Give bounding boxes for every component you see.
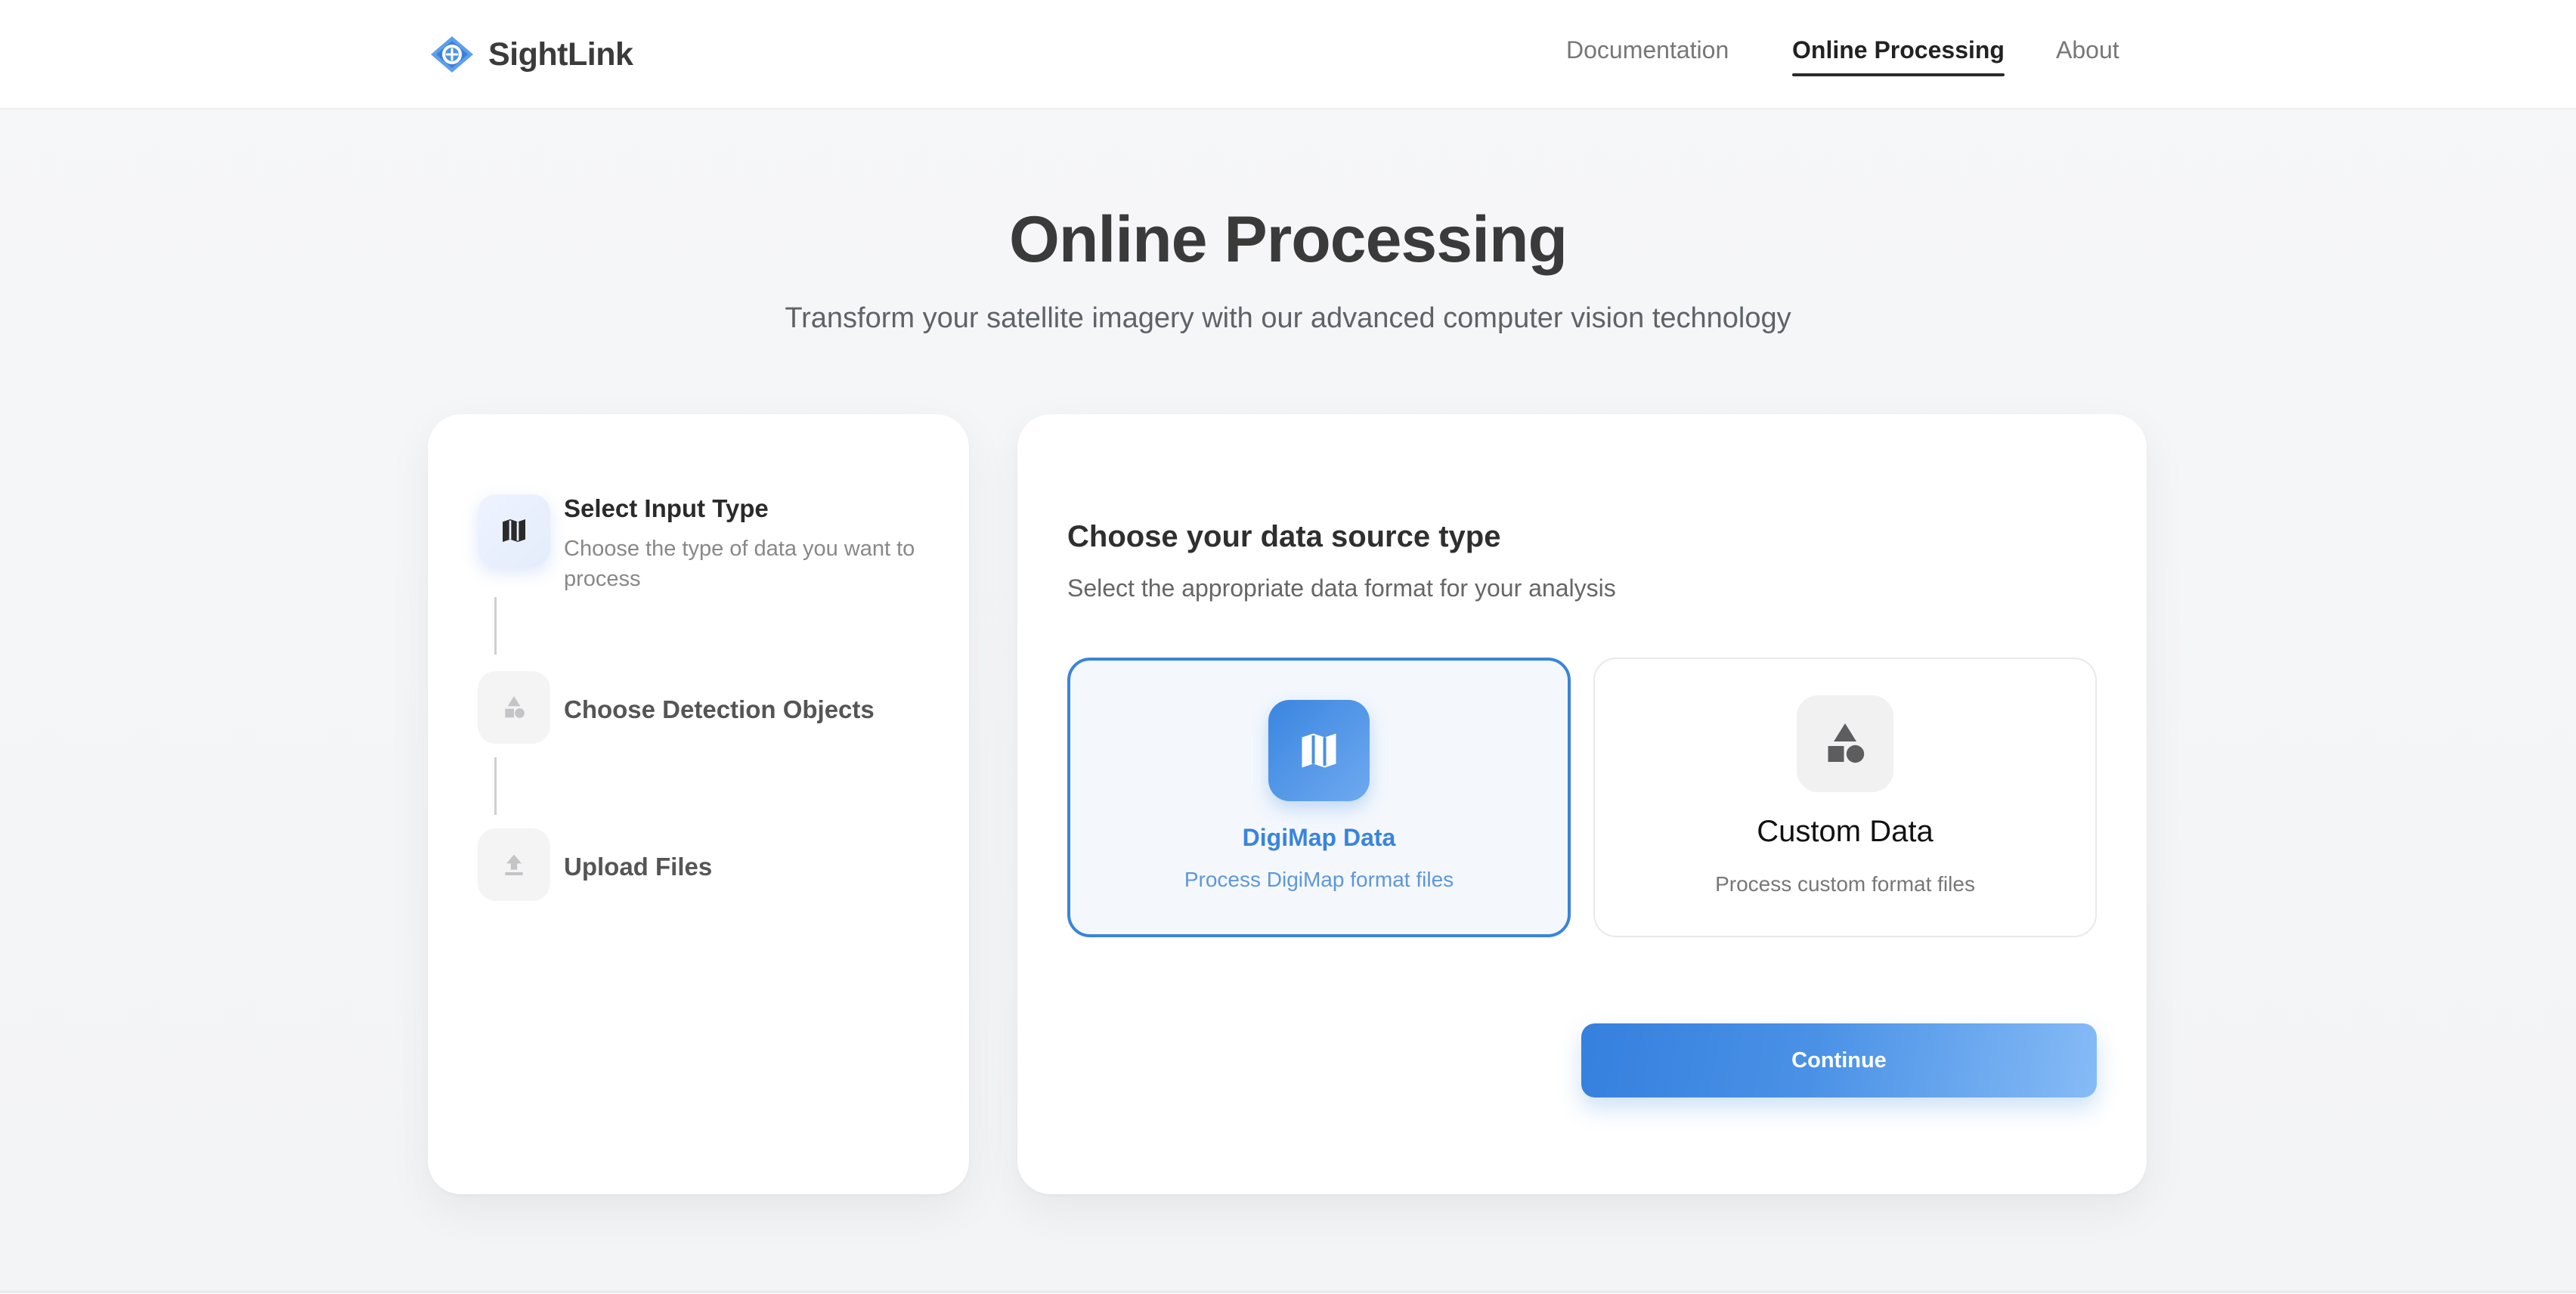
shapes-icon: [1797, 695, 1893, 792]
step-title: Choose Detection Objects: [564, 695, 875, 723]
continue-button[interactable]: Continue: [1581, 1023, 2097, 1097]
map-icon: [1268, 700, 1370, 801]
steps-panel: Select Input Type Choose the type of dat…: [428, 414, 969, 1194]
nav-about[interactable]: About: [2056, 36, 2119, 64]
shapes-icon: [478, 671, 550, 744]
eye-logo-icon: [431, 36, 473, 73]
nav-documentation[interactable]: Documentation: [1566, 36, 1729, 64]
brand-logo-link[interactable]: SightLink: [428, 33, 633, 76]
page-title: Online Processing: [1008, 203, 1568, 276]
step-connector: [494, 757, 497, 815]
section-subheading: Select the appropriate data format for y…: [1067, 574, 1616, 602]
step-title: Upload Files: [564, 853, 713, 881]
option-custom-data[interactable]: Custom Data Process custom format files: [1593, 658, 2097, 937]
option-title: DigiMap Data: [1242, 824, 1396, 851]
map-icon: [478, 494, 550, 567]
nav-online-processing[interactable]: Online Processing: [1792, 36, 2005, 76]
option-description: Process custom format files: [1715, 872, 1975, 896]
upload-icon: [478, 828, 550, 901]
option-title: Custom Data: [1757, 815, 1934, 848]
step-title: Select Input Type: [564, 494, 769, 522]
option-digimap-data[interactable]: DigiMap Data Process DigiMap format file…: [1067, 658, 1571, 937]
step-connector: [494, 597, 497, 655]
brand-name: SightLink: [488, 36, 633, 73]
option-description: Process DigiMap format files: [1184, 868, 1454, 891]
data-source-panel: Choose your data source type Select the …: [1017, 414, 2147, 1194]
page-subtitle: Transform your satellite imagery with ou…: [785, 302, 1791, 334]
step-description: Choose the type of data you want to proc…: [564, 537, 915, 591]
top-header: SightLink Documentation Online Processin…: [0, 0, 2576, 110]
footer-divider: [0, 1291, 2576, 1292]
section-heading: Choose your data source type: [1067, 520, 1501, 553]
